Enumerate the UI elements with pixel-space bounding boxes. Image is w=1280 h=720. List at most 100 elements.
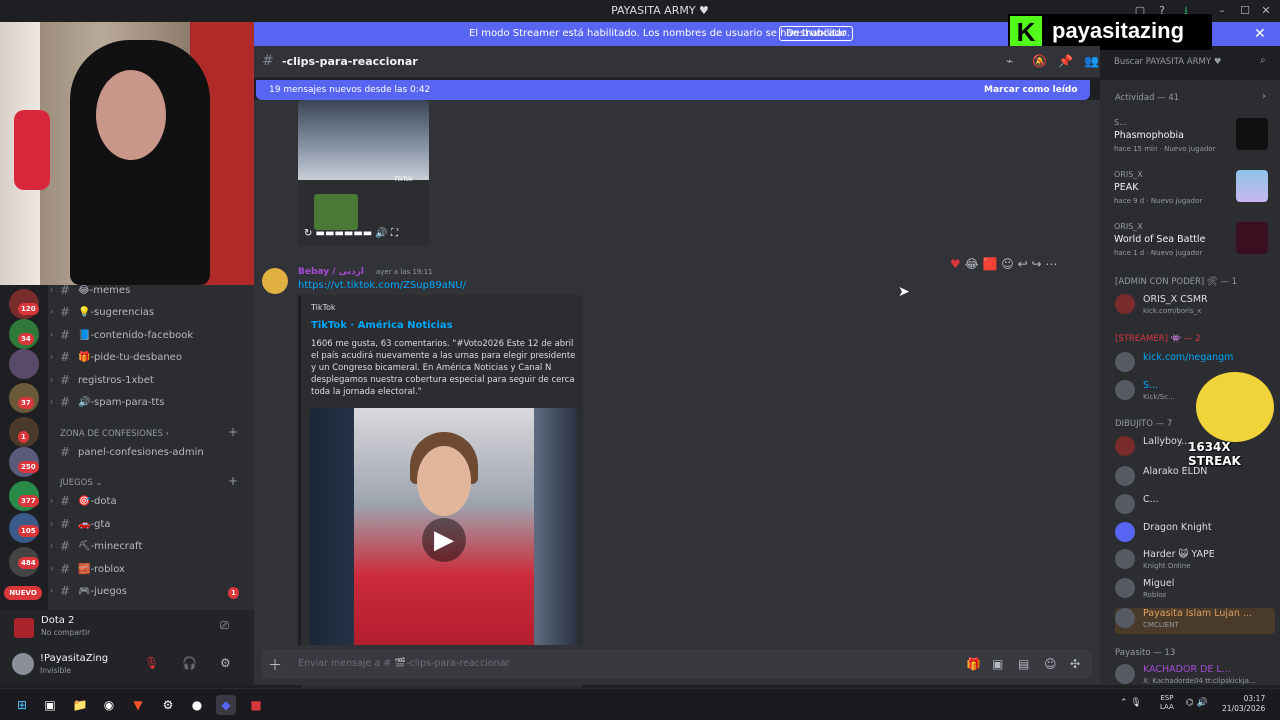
minimize-icon[interactable]: – — [1214, 3, 1230, 19]
add-reaction-icon[interactable]: ☺ — [1001, 257, 1014, 271]
channel-item[interactable]: › # 🎯-dota — [50, 492, 246, 512]
member-name: Dragon Knight — [1143, 522, 1212, 533]
activity-card[interactable]: S... Phasmophobia hace 15 min · Nuevo ju… — [1110, 116, 1274, 160]
more-options-icon[interactable]: ⋯ — [1045, 257, 1057, 271]
channel-item[interactable]: › # 💡-sugerencias — [50, 303, 246, 323]
user-name[interactable]: !PayasitaZing — [40, 653, 108, 664]
gift-icon[interactable]: 🎁 — [966, 657, 981, 671]
file-explorer-icon[interactable]: 📁 — [70, 695, 90, 715]
chevron-right-icon[interactable]: › — [1262, 91, 1266, 102]
embed-description: 1606 me gusta, 63 comentarios. "#Voto202… — [311, 339, 576, 397]
channel-item[interactable]: › # 😂-memes — [50, 281, 246, 301]
channel-item[interactable]: › # 🚗-gta — [50, 515, 246, 535]
dota-icon[interactable]: ■ — [246, 695, 266, 715]
new-messages-bar[interactable]: 19 mensajes nuevos desde las 0:42 Marcar… — [256, 80, 1090, 100]
network-volume-icon[interactable]: ⌬ 🔊 — [1186, 698, 1208, 708]
member-avatar — [1115, 664, 1135, 684]
category-juegos[interactable]: JUEGOS ⌄ — [60, 478, 103, 488]
embed-title[interactable]: TikTok · América Noticias — [311, 320, 453, 331]
server-icon[interactable] — [9, 349, 39, 379]
mute-icon[interactable]: 🔕 — [1032, 54, 1047, 68]
server-badge: 105 — [18, 525, 39, 537]
member-list-icon[interactable]: 👥 — [1084, 54, 1099, 68]
streak-overlay: 1634X STREAK — [1188, 440, 1241, 468]
obs-icon[interactable]: ● — [187, 695, 207, 715]
channel-item[interactable]: › # 🎮-juegos — [50, 582, 246, 602]
gif-icon[interactable]: ▣ — [992, 657, 1003, 671]
video-background-right — [534, 408, 577, 648]
pin-icon[interactable]: 📌 — [1058, 54, 1073, 68]
custom-reaction-icon[interactable]: 🟥 — [982, 257, 997, 271]
channel-item[interactable]: › # 🧱-roblox — [50, 560, 246, 580]
member-activity: X: Kachadorde04 tt:clipskickja... — [1143, 677, 1256, 685]
server-badge: 120 — [18, 303, 39, 315]
close-banner-icon[interactable]: ✕ — [1254, 26, 1266, 42]
keyboard-layout: LAA — [1160, 703, 1174, 711]
user-panel: !PayasitaZing Invisible 🎙 🎧 ⚙ — [0, 645, 254, 685]
new-server-badge[interactable]: NUEVO — [4, 586, 42, 600]
discord-avatar-icon — [1115, 522, 1135, 542]
hash-icon: # — [60, 328, 71, 342]
channel-item[interactable]: # panel-confesiones-admin — [56, 443, 246, 463]
laugh-reaction-icon[interactable]: 😂 — [965, 257, 979, 271]
channel-item[interactable]: › # 📘-contenido-facebook — [50, 326, 246, 346]
chat-area: TikTok ↻ ▬▬▬▬▬▬ 🔊 ⛶ Bebay / اردنی ayer a… — [254, 100, 1100, 720]
windows-start-icon[interactable]: ⊞ — [12, 695, 32, 715]
message-link[interactable]: https://vt.tiktok.com/ZSup89aNU/ — [298, 280, 466, 291]
discord-icon[interactable]: ◆ — [216, 695, 236, 715]
apps-icon[interactable]: ✣ — [1070, 657, 1080, 671]
deafened-icon[interactable]: 🎧 — [182, 656, 197, 670]
language-indicator[interactable]: ESP LAA — [1160, 694, 1174, 712]
chrome-icon[interactable]: ◉ — [99, 695, 119, 715]
channel-label: panel-confesiones-admin — [78, 447, 204, 458]
video-attachment[interactable]: TikTok ↻ ▬▬▬▬▬▬ 🔊 ⛶ — [298, 100, 429, 246]
video-cat-image — [314, 194, 358, 230]
emoji-icon[interactable]: ☺ — [1044, 657, 1057, 671]
channel-item[interactable]: › # registros-1xbet — [50, 371, 246, 391]
server-badge: 484 — [18, 557, 39, 569]
system-tray[interactable]: ⌃ 🎙 — [1120, 698, 1142, 708]
author-avatar[interactable] — [262, 268, 288, 294]
channel-item[interactable]: › # 🔊-spam-para-tts — [50, 393, 246, 413]
add-channel-icon[interactable]: + — [228, 425, 238, 439]
channel-item[interactable]: › # ⛏-minecraft — [50, 537, 246, 557]
activity-card[interactable]: ORIS_X World of Sea Battle hace 1 d · Nu… — [1110, 220, 1274, 264]
unread-badge: 1 — [228, 587, 239, 599]
heart-reaction-icon[interactable]: ♥ — [950, 257, 961, 271]
task-view-icon[interactable]: ▣ — [40, 695, 60, 715]
video-controls[interactable]: ↻ ▬▬▬▬▬▬ 🔊 ⛶ — [304, 228, 398, 239]
mic-muted-icon[interactable]: 🎙 — [144, 656, 159, 670]
user-avatar[interactable] — [12, 653, 34, 675]
activity-card[interactable]: ORIS_X PEAK hace 9 d · Nuevo jugador — [1110, 168, 1274, 212]
mark-as-read-button[interactable]: Marcar como leído — [984, 85, 1078, 95]
screen-share-icon[interactable]: ⎚ — [220, 619, 229, 633]
disable-streamer-button[interactable]: Deshabilitar — [779, 26, 854, 41]
close-window-icon[interactable]: ✕ — [1258, 3, 1274, 19]
server-search[interactable]: Buscar PAYASITA ARMY ♥ ⌕ — [1108, 52, 1274, 72]
attach-plus-icon[interactable]: ＋ — [268, 655, 282, 675]
message-author[interactable]: Bebay / اردنی — [298, 267, 364, 277]
channel-label: 🚗-gta — [78, 519, 111, 530]
play-icon[interactable]: ▶ — [422, 518, 466, 562]
clock[interactable]: 03:17 21/03/2026 — [1222, 694, 1265, 714]
activity-header: Actividad — 41 — [1115, 93, 1180, 103]
sticker-icon[interactable]: ▤ — [1018, 657, 1029, 671]
forward-icon[interactable]: ↪ — [1031, 257, 1041, 271]
reply-icon[interactable]: ↩ — [1018, 257, 1028, 271]
category-confesiones[interactable]: ZONA DE CONFESIONES › — [60, 429, 169, 439]
threads-icon[interactable]: ⌁ — [1006, 54, 1013, 68]
brave-icon[interactable]: ▼ — [128, 695, 148, 715]
message-input[interactable]: ＋ Enviar mensaje a # 🎬-clips-para-reacci… — [262, 649, 1092, 679]
channel-label: registros-1xbet — [78, 375, 154, 386]
steam-icon[interactable]: ⚙ — [158, 695, 178, 715]
settings-gear-icon[interactable]: ⚙ — [220, 656, 231, 670]
maximize-icon[interactable]: ☐ — [1237, 3, 1253, 19]
webcam-overlay — [0, 0, 254, 285]
video-frame — [298, 100, 429, 180]
windows-taskbar: ⊞ ▣ 📁 ◉ ▼ ⚙ ● ◆ ■ ⌃ 🎙 ESP LAA ⌬ 🔊 03:17 21… — [0, 688, 1280, 720]
member-row[interactable]: Payasita Islam Lujan ... CMCLIENT — [1115, 608, 1275, 634]
add-channel-icon[interactable]: + — [228, 474, 238, 488]
channel-item[interactable]: › # 🎁-pide-tu-desbaneo — [50, 348, 246, 368]
video-background-left — [310, 408, 354, 648]
embed-video[interactable]: ▶ — [310, 408, 577, 648]
